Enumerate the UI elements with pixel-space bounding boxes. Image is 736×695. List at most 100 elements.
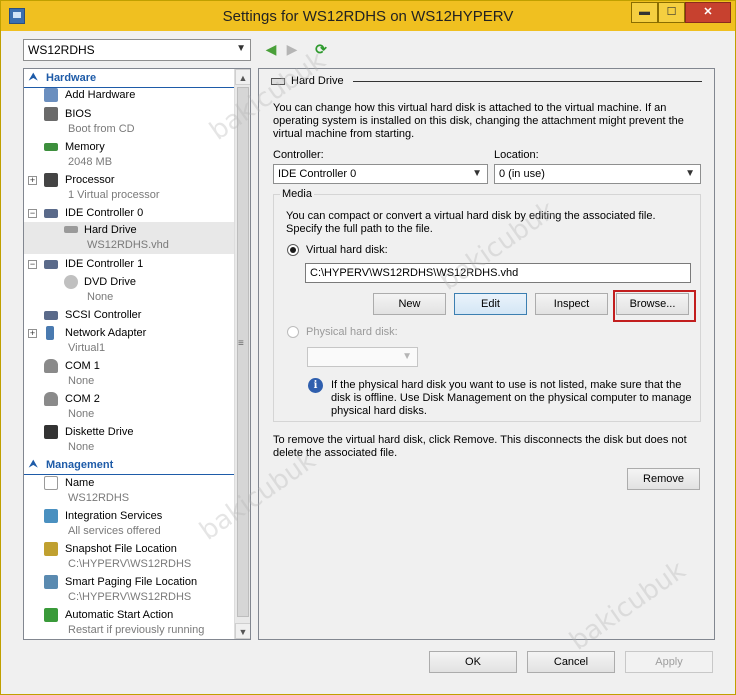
collapse-chevron-icon: ⮝ [29,72,38,83]
tree-item-sub: Restart if previously running [68,624,205,636]
tree-item-com-2[interactable]: COM 2 [24,392,235,407]
tree-item-scsi-controller[interactable]: SCSI Controller [24,308,235,323]
integration-services-icon [44,509,58,523]
close-button[interactable]: ✕ [685,2,731,23]
remove-button[interactable]: Remove [627,468,700,490]
tree-item-label: Memory [65,141,105,153]
tree-item-label: Name [65,477,95,489]
media-legend: Media [280,188,314,200]
tree-item-sub: None [68,375,95,387]
vm-selector[interactable]: WS12RDHS ▼ [23,39,251,61]
info-icon: i [308,378,323,393]
edit-button[interactable]: Edit [454,293,527,315]
com-port-icon [44,392,58,406]
panel-title: Hard Drive [291,75,344,87]
hard-drive-icon [271,77,285,85]
snapshot-location-icon [44,542,58,556]
chevron-down-icon: ▼ [685,168,695,179]
tree-item-smart-paging[interactable]: Smart Paging File Location [24,575,235,590]
section-management-label: Management [46,459,114,471]
media-group: Media You can compact or convert a virtu… [273,188,701,422]
tree-item-sub: WS12RDHS [68,492,130,504]
tree-item-dvd-drive[interactable]: DVD Drive [24,275,235,290]
expand-plus-icon[interactable]: + [28,176,37,185]
tree-item-com-1[interactable]: COM 1 [24,359,235,374]
ok-button[interactable]: OK [429,651,517,673]
tree-scrollbar[interactable]: ▲ ≡ ▼ [234,69,250,639]
tree-item-bios[interactable]: BIOS [24,107,235,122]
tree-item-label: Smart Paging File Location [65,576,198,588]
diskette-icon [44,425,58,439]
tree-item-integration-services[interactable]: Integration Services [24,509,235,524]
collapse-minus-icon[interactable]: − [28,209,37,218]
chevron-down-icon: ▼ [402,351,412,362]
media-description: You can compact or convert a virtual har… [286,210,656,235]
section-management[interactable]: ⮝ Management [24,457,235,475]
physical-disk-radio-label[interactable]: Physical hard disk: [306,326,398,338]
tree-item-label: COM 2 [65,393,100,405]
collapse-minus-icon[interactable]: − [28,260,37,269]
maximize-button[interactable]: ☐ [658,2,685,23]
memory-icon [44,143,58,151]
title-bar[interactable]: Settings for WS12RDHS on WS12HYPERV ▬ ☐ … [1,1,735,31]
collapse-chevron-icon: ⮝ [29,459,38,470]
minimize-button[interactable]: ▬ [631,2,658,23]
tree-item-label: COM 1 [65,360,100,372]
tree-item-label: IDE Controller 1 [65,258,144,270]
tree-item-label: BIOS [65,108,92,120]
remove-description: To remove the virtual hard disk, click R… [273,434,687,459]
controller-value: IDE Controller 0 [278,168,357,180]
chevron-down-icon: ▼ [236,43,246,54]
refresh-icon[interactable]: ⟳ [313,41,329,57]
expand-plus-icon[interactable]: + [28,329,37,338]
back-arrow-icon[interactable]: ◀ [263,41,279,57]
inspect-button[interactable]: Inspect [535,293,608,315]
virtual-disk-radio-label[interactable]: Virtual hard disk: [306,244,388,256]
scrollbar-thumb[interactable] [237,87,249,617]
tree-item-sub: C:\HYPERV\WS12RDHS [68,558,192,570]
tree-item-sub: Boot from CD [68,123,135,135]
cancel-button[interactable]: Cancel [527,651,615,673]
controller-dropdown[interactable]: IDE Controller 0 ▼ [273,164,488,184]
tree-item-add-hardware[interactable]: Add Hardware [24,88,235,103]
tree-item-diskette-drive[interactable]: Diskette Drive [24,425,235,440]
scroll-down-icon[interactable]: ▼ [235,623,250,639]
tree-item-sub: 2048 MB [68,156,113,168]
tree-item-name[interactable]: Name [24,476,235,491]
forward-arrow-icon[interactable]: ▶ [284,41,300,57]
tree-item-sub: None [87,291,114,303]
tree-item-automatic-start[interactable]: Automatic Start Action [24,608,235,623]
tree-item-ide-controller-0[interactable]: − IDE Controller 0 [24,206,235,221]
tree-item-label: Processor [65,174,115,186]
tree-item-hard-drive[interactable]: Hard Drive WS12RDHS.vhd [24,222,235,254]
physical-disk-radio[interactable] [287,326,299,338]
tree-item-network-adapter[interactable]: + Network Adapter [24,326,235,341]
section-hardware[interactable]: ⮝ Hardware [24,70,235,88]
scroll-up-icon[interactable]: ▲ [235,69,250,85]
virtual-disk-radio[interactable] [287,244,299,256]
tree-item-label: Diskette Drive [65,426,134,438]
settings-tree-pane: ⮝ Hardware Add Hardware BIOS Boot from C… [23,68,251,640]
tree-item-ide-controller-1[interactable]: − IDE Controller 1 [24,257,235,272]
vhd-path-field[interactable]: C:\HYPERV\WS12RDHS\WS12RDHS.vhd [305,263,691,283]
new-button[interactable]: New [373,293,446,315]
tree-item-sub: C:\HYPERV\WS12RDHS [68,591,192,603]
tree-item-snapshot-location[interactable]: Snapshot File Location [24,542,235,557]
apply-button[interactable]: Apply [625,651,713,673]
hard-drive-settings-panel: Hard Drive You can change how this virtu… [258,68,715,640]
network-adapter-icon [46,326,54,340]
tree-item-processor[interactable]: + Processor [24,173,235,188]
scsi-controller-icon [44,311,58,320]
vhd-path-value: C:\HYPERV\WS12RDHS\WS12RDHS.vhd [310,267,519,279]
physical-disk-dropdown[interactable]: ▼ [307,347,418,367]
hard-drive-icon [64,226,78,233]
tree-item-sub: Virtual1 [68,342,106,354]
tree-item-label: SCSI Controller [65,309,142,321]
controller-label: Controller: [273,149,324,161]
name-icon [44,476,58,490]
tree-item-memory[interactable]: Memory [24,140,235,155]
processor-icon [44,173,58,187]
location-dropdown[interactable]: 0 (in use) ▼ [494,164,701,184]
window-title: Settings for WS12RDHS on WS12HYPERV [222,8,514,25]
tree-item-sub: None [68,441,95,453]
